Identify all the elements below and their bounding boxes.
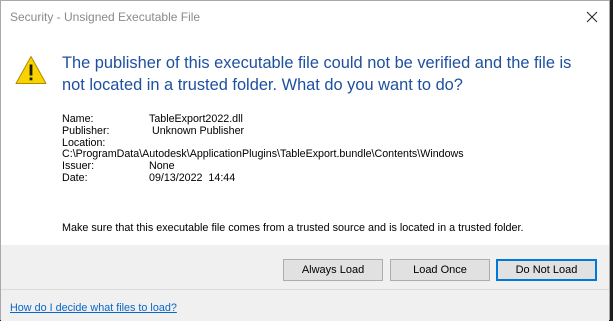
location-value: C:\ProgramData\Autodesk\ApplicationPlugi… xyxy=(62,148,464,161)
detail-row-date: Date: 09/13/2022 14:44 xyxy=(62,171,592,185)
file-details: Name: TableExport2022.dll Publisher: Unk… xyxy=(62,113,592,185)
window-title: Security - Unsigned Executable File xyxy=(10,10,201,24)
date-value: 09/13/2022 14:44 xyxy=(149,171,236,184)
close-icon xyxy=(586,11,598,23)
always-load-button[interactable]: Always Load xyxy=(283,259,383,281)
load-once-button[interactable]: Load Once xyxy=(390,259,490,281)
warning-triangle-icon xyxy=(15,56,47,84)
dialog-footer: How do I decide what files to load? xyxy=(1,289,609,321)
detail-row-publisher: Publisher: Unknown Publisher xyxy=(62,124,592,138)
trust-notice: Make sure that this executable file come… xyxy=(62,222,524,234)
do-not-load-button[interactable]: Do Not Load xyxy=(496,259,597,281)
title-bar: Security - Unsigned Executable File xyxy=(1,1,609,33)
detail-row-issuer: Issuer: None xyxy=(62,160,592,173)
date-label: Date: xyxy=(62,171,88,184)
dialog-headline: The publisher of this executable file co… xyxy=(62,54,572,94)
close-button[interactable] xyxy=(575,1,609,33)
help-link[interactable]: How do I decide what files to load? xyxy=(10,302,177,314)
publisher-label: Publisher: xyxy=(62,124,110,137)
detail-row-name: Name: TableExport2022.dll xyxy=(62,113,592,126)
publisher-value: Unknown Publisher xyxy=(152,124,245,137)
security-dialog: Security - Unsigned Executable File The … xyxy=(0,0,610,321)
